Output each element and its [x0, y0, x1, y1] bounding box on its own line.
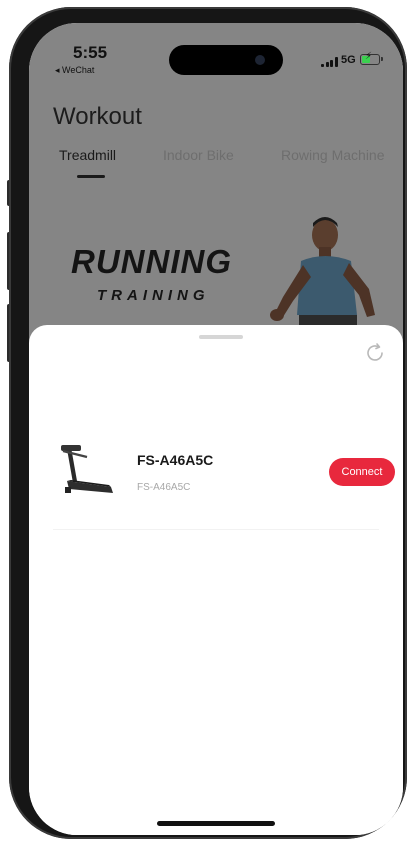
signal-icon: [321, 57, 338, 67]
refresh-icon[interactable]: [363, 341, 387, 365]
battery-icon: ⚡: [360, 51, 383, 65]
camera-dot: [255, 55, 265, 65]
tab-treadmill[interactable]: Treadmill: [59, 147, 116, 163]
tab-rowing-machine[interactable]: Rowing Machine: [281, 147, 385, 163]
sheet-drag-handle[interactable]: [199, 335, 243, 339]
status-bar: 5:55 ◂ WeChat 5G ⚡: [29, 23, 403, 83]
row-divider: [53, 529, 379, 530]
charging-bolt-icon: ⚡: [365, 51, 373, 62]
banner-subtitle: TRAINING: [97, 287, 210, 304]
banner-title: RUNNING: [71, 243, 232, 280]
active-tab-indicator: [77, 175, 105, 178]
phone-screen: 5:55 ◂ WeChat 5G ⚡ Workout Treadmill Ind…: [29, 23, 403, 835]
network-label: 5G: [341, 54, 356, 66]
connect-button[interactable]: Connect: [329, 458, 395, 486]
device-bottom-sheet: FS-A46A5C FS-A46A5C Connect: [29, 325, 403, 835]
workout-tabs: Treadmill Indoor Bike Rowing Machine: [29, 147, 403, 187]
dynamic-island: [169, 45, 283, 75]
dimmed-workout-page: 5:55 ◂ WeChat 5G ⚡ Workout Treadmill Ind…: [29, 23, 403, 355]
device-id: FS-A46A5C: [137, 482, 191, 493]
device-list-item[interactable]: FS-A46A5C FS-A46A5C Connect: [29, 425, 403, 535]
screenshot-stage: 5:55 ◂ WeChat 5G ⚡ Workout Treadmill Ind…: [0, 0, 414, 843]
home-indicator[interactable]: [157, 821, 275, 826]
device-name: FS-A46A5C: [137, 452, 214, 468]
phone-frame: 5:55 ◂ WeChat 5G ⚡ Workout Treadmill Ind…: [9, 7, 407, 839]
battery-cap: [381, 57, 383, 61]
page-title: Workout: [53, 103, 142, 130]
treadmill-icon: [61, 445, 113, 493]
tab-indoor-bike[interactable]: Indoor Bike: [163, 147, 234, 163]
status-time: 5:55: [73, 43, 108, 62]
back-to-wechat-link[interactable]: ◂ WeChat: [55, 65, 94, 76]
